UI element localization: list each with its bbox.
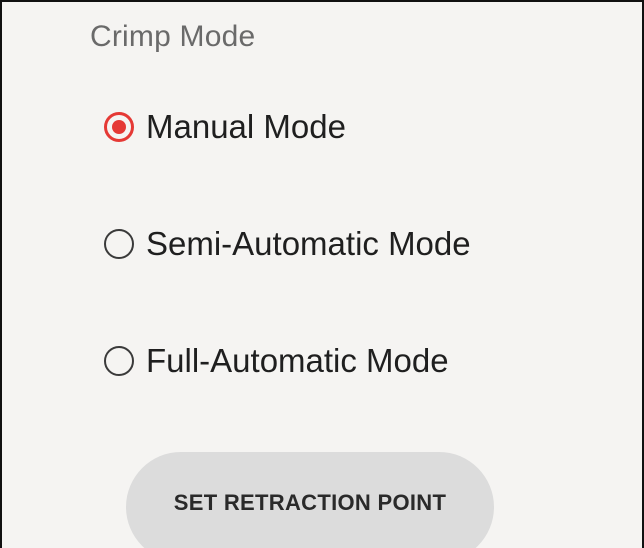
radio-option-manual-mode[interactable]: Manual Mode [104, 104, 346, 150]
radio-button-unselected-icon[interactable] [104, 229, 134, 259]
radio-label-full-automatic-mode: Full-Automatic Mode [146, 342, 449, 379]
set-retraction-point-label: SET RETRACTION POINT [173, 490, 447, 515]
radio-button-selected-icon[interactable] [104, 112, 134, 142]
radio-dot-icon [112, 120, 126, 134]
radio-label-manual-mode: Manual Mode [146, 108, 346, 145]
radio-button-unselected-icon[interactable] [104, 346, 134, 376]
radio-label-semi-automatic-mode: Semi-Automatic Mode [146, 225, 471, 262]
set-retraction-point-button[interactable]: SET RETRACTION POINT [126, 452, 494, 548]
radio-option-full-automatic-mode[interactable]: Full-Automatic Mode [104, 338, 449, 384]
crimp-mode-panel: Crimp Mode Manual Mode Semi-Automatic Mo… [0, 0, 644, 548]
section-title: Crimp Mode [90, 20, 256, 53]
radio-option-semi-automatic-mode[interactable]: Semi-Automatic Mode [104, 221, 471, 267]
